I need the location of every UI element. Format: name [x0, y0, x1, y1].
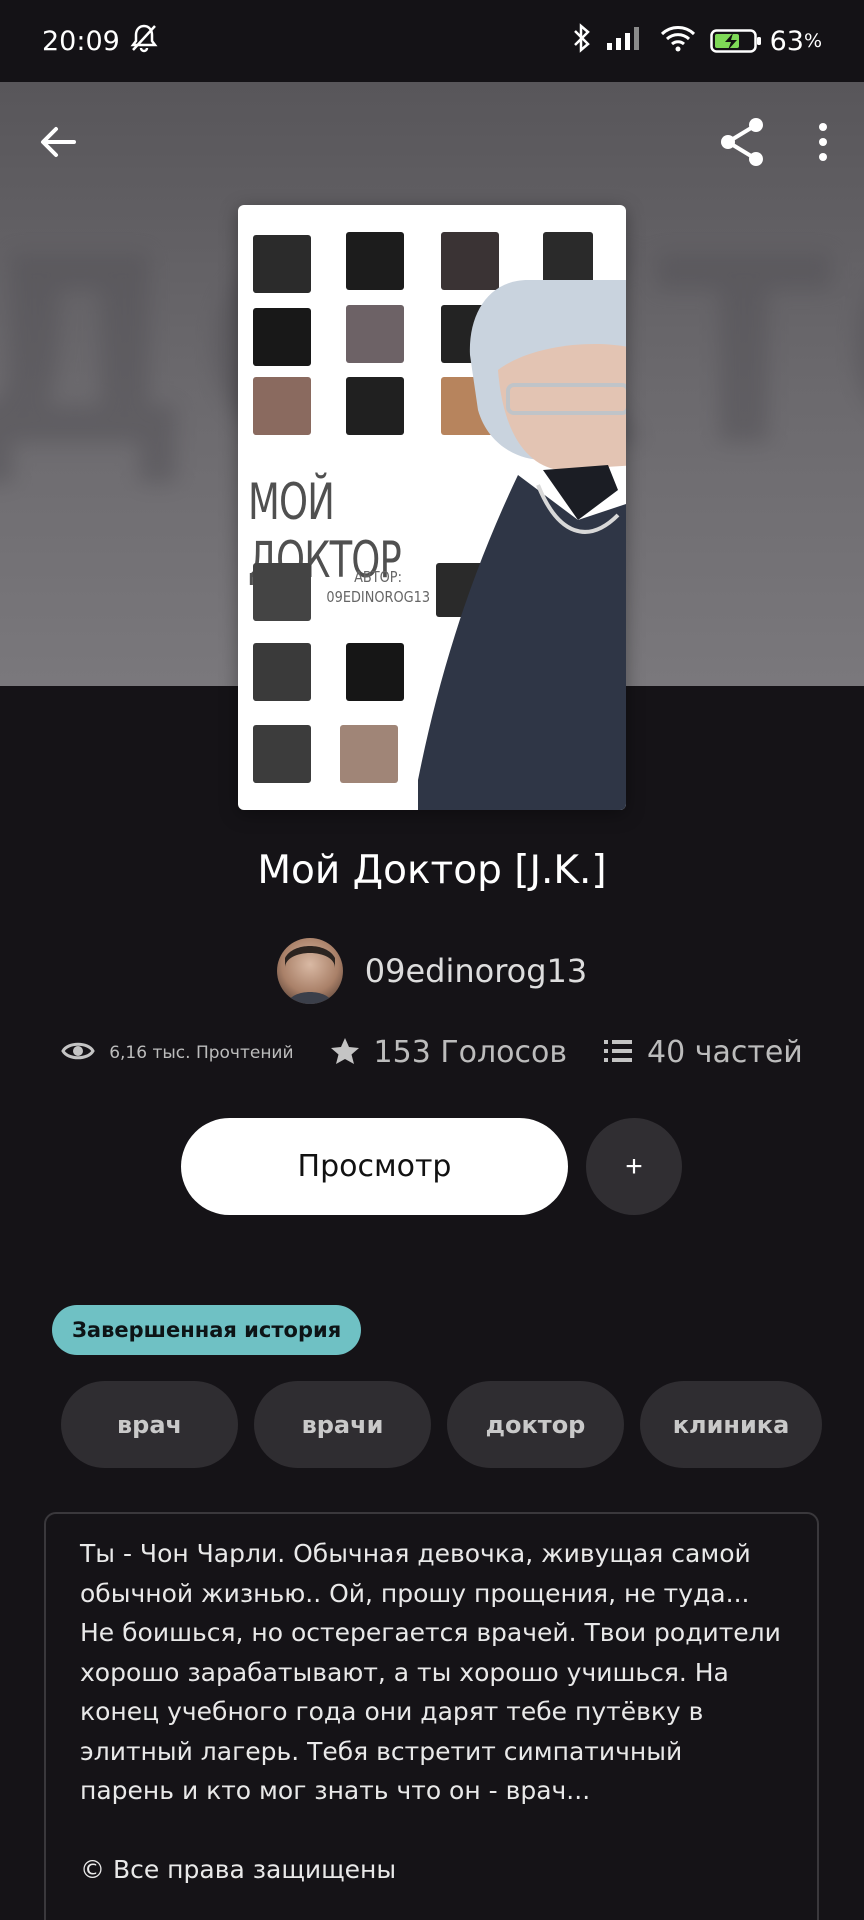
tag-chip[interactable]: врачи [254, 1381, 431, 1468]
star-icon [330, 1036, 360, 1070]
reads-stat: 6,16 тыс. Прочтений [61, 1039, 294, 1067]
completed-status-badge: Завершенная история [52, 1305, 362, 1355]
wifi-icon [660, 24, 696, 59]
list-icon [603, 1038, 633, 1068]
top-bar-actions [714, 114, 830, 174]
battery-percent: 63 [769, 25, 804, 57]
stats-row: 6,16 тыс. Прочтений 153 Голосов 40 часте… [0, 1035, 864, 1070]
cover-photo [346, 377, 404, 435]
votes-stat: 153 Голосов [330, 1035, 568, 1070]
cover-photo [346, 305, 404, 363]
copyright-text: © Все права защищены [80, 1854, 397, 1884]
status-time: 20:09 [42, 25, 120, 57]
author-row[interactable]: 09edinorog13 [0, 938, 864, 1004]
status-left: 20:09 [42, 23, 158, 60]
mute-bell-icon [130, 23, 158, 60]
cover-portrait [418, 280, 626, 810]
cover-photo [253, 725, 311, 783]
book-title: Мой Доктор [J.K.] [257, 848, 607, 893]
bluetooth-icon [572, 22, 592, 60]
parts-count: 40 частей [647, 1035, 803, 1070]
eye-icon [61, 1039, 95, 1067]
top-bar [0, 82, 864, 206]
cover-photo [253, 563, 311, 621]
cover-author: АВТОР: 09EDINOROG13 [326, 567, 431, 607]
cover-photo [346, 232, 404, 290]
description-text: Ты - Чон Чарли. Обычная девочка, живущая… [80, 1539, 781, 1805]
cover-photo [253, 308, 311, 366]
battery-icon [709, 29, 761, 53]
status-right: 63% [572, 22, 822, 60]
tag-chip[interactable]: доктор [447, 1381, 624, 1468]
tag-chip[interactable]: врач [61, 1381, 238, 1468]
author-name[interactable]: 09edinorog13 [365, 952, 588, 990]
reads-count: 6,16 тыс. Прочтений [109, 1042, 294, 1063]
cover-photo [346, 643, 404, 701]
author-avatar[interactable] [276, 938, 343, 1004]
cover-photo [253, 235, 311, 293]
cover-author-name: 09EDINOROG13 [326, 588, 431, 606]
cover-author-label: АВТОР: [354, 568, 402, 586]
parts-stat: 40 частей [603, 1035, 803, 1070]
status-bar: 20:09 63% [0, 0, 864, 82]
cover-photo [340, 725, 398, 783]
cover-photo [253, 643, 311, 701]
more-options-icon[interactable] [816, 122, 830, 166]
cover-photo [253, 377, 311, 435]
share-icon[interactable] [714, 114, 770, 174]
tag-list: врач врачи доктор клиника [61, 1381, 822, 1468]
signal-icon [606, 25, 646, 58]
votes-count: 153 Голосов [373, 1035, 568, 1070]
add-to-library-button[interactable]: + [586, 1118, 682, 1215]
read-button[interactable]: Просмотр [181, 1118, 568, 1215]
tag-chip[interactable]: клиника [640, 1381, 822, 1468]
back-arrow-icon[interactable] [36, 120, 80, 168]
book-cover[interactable]: МОЙ ДОКТОР АВТОР: 09EDINOROG13 [238, 205, 626, 810]
battery-indicator: 63% [709, 25, 822, 57]
description-box: Ты - Чон Чарли. Обычная девочка, живущая… [44, 1512, 819, 1920]
